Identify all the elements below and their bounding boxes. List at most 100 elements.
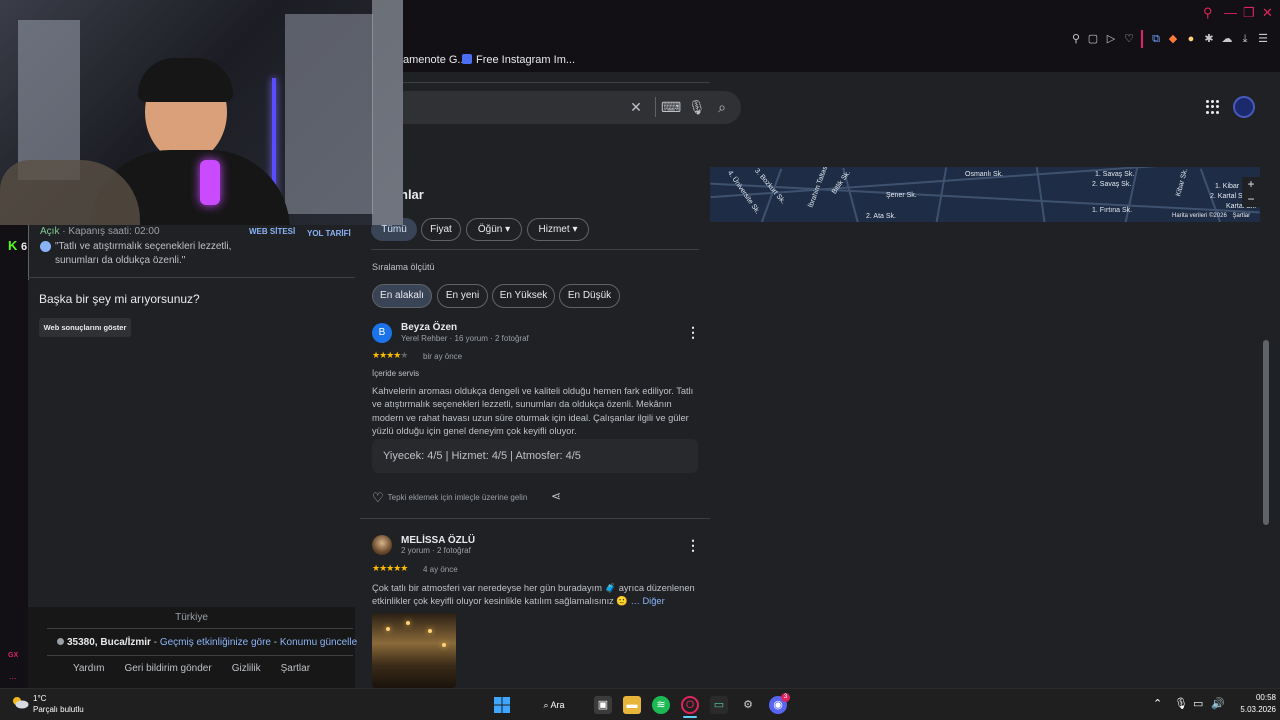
minimize-button[interactable]: —	[1224, 5, 1237, 20]
volume-icon[interactable]: 🔊	[1211, 697, 1225, 710]
right-empty-area	[710, 222, 1280, 688]
heart-icon[interactable]: ♡	[372, 490, 384, 505]
directions-link[interactable]: YOL TARİFİ	[307, 229, 351, 238]
reviewer-name[interactable]: MELİSSA ÖZLÜ	[401, 535, 475, 546]
mic-icon[interactable]: 🎙	[688, 99, 706, 115]
sort-lowest[interactable]: En Düşük	[559, 284, 620, 308]
history-link[interactable]: Geçmiş etkinliğinize göre	[160, 637, 271, 648]
task-view-icon[interactable]: ▣	[594, 696, 612, 714]
account-avatar[interactable]	[1233, 96, 1255, 118]
reviewer-name[interactable]: Beyza Özen	[401, 322, 457, 333]
extension-icon[interactable]: ◆	[1166, 32, 1180, 46]
taskbar-search-button[interactable]: ⌕ Ara	[530, 694, 578, 716]
share-icon[interactable]: ⋖	[551, 489, 561, 503]
map-label: 1. Fırtına Sk.	[1092, 207, 1133, 214]
terminal-icon[interactable]: ▭	[710, 696, 728, 714]
search-icon[interactable]: ⌕	[714, 99, 730, 115]
map-label: 2. Ata Sk.	[866, 213, 896, 220]
file-explorer-icon[interactable]: ▬	[623, 696, 641, 714]
reviewer-avatar[interactable]	[372, 535, 392, 555]
zoom-out-button[interactable]: −	[1242, 192, 1260, 207]
postal-location: 35380, Buca/İzmir	[67, 637, 151, 648]
more-icon[interactable]: ...	[9, 671, 17, 681]
review-text: Kahvelerin aroması oldukça dengeli ve ka…	[372, 386, 694, 437]
start-icon[interactable]	[493, 696, 511, 714]
clock-time[interactable]: 00:58	[1232, 693, 1276, 702]
website-link[interactable]: WEB SİTESİ	[249, 227, 295, 236]
play-icon[interactable]: ▷	[1104, 32, 1118, 46]
wallet-icon[interactable]: ●	[1184, 32, 1198, 46]
pin-icon[interactable]: ⚲	[1069, 32, 1083, 46]
cloud-icon[interactable]: ☁	[1220, 32, 1234, 46]
heart-icon[interactable]: ♡	[1122, 32, 1136, 46]
map-label: Şener Sk.	[886, 192, 917, 199]
screenshot-icon[interactable]: ▢	[1086, 32, 1100, 46]
kick-icon[interactable]: K 6	[8, 238, 27, 253]
terms-link[interactable]: Şartlar	[281, 663, 310, 674]
map-terms-link[interactable]: Şartlar	[1232, 213, 1250, 219]
more-vert-icon[interactable]: ⋮	[686, 324, 700, 341]
chevron-up-icon[interactable]: ⌃	[1153, 697, 1162, 710]
restore-button[interactable]: ❐	[1243, 5, 1255, 21]
bookmark-item[interactable]: amenote G...	[403, 53, 467, 67]
toolbar-divider	[1141, 30, 1143, 48]
sort-newest[interactable]: En yeni	[437, 284, 488, 308]
more-vert-icon[interactable]: ⋮	[686, 537, 700, 554]
sort-relevant[interactable]: En alakalı	[372, 284, 432, 308]
bookmark-item[interactable]: Free Instagram Im...	[462, 53, 575, 67]
weather-temperature[interactable]: 1°C	[33, 694, 46, 703]
review-text: Çok tatlı bir atmosferi var neredeyse he…	[372, 583, 695, 607]
puzzle-icon[interactable]: ✱	[1202, 32, 1216, 46]
webcam-overlay	[0, 0, 403, 225]
update-location-link[interactable]: Konumu güncelle	[280, 637, 357, 648]
opening-hours: Açık · Kapanış saati: 02:00	[40, 226, 160, 237]
map-label: 1. Savaş Sk.	[1095, 171, 1135, 178]
search-divider	[655, 97, 656, 117]
menu-icon[interactable]: ☰	[1256, 32, 1270, 46]
gx-label[interactable]: GX	[8, 652, 18, 659]
map-label: 1. Kibar	[1215, 183, 1240, 190]
zoom-in-button[interactable]: +	[1242, 177, 1260, 192]
map-zoom-control[interactable]: + −	[1242, 177, 1260, 207]
review-time: 4 ay önce	[423, 565, 458, 574]
filter-chip-service[interactable]: Hizmet ▾	[527, 218, 589, 241]
chevron-down-icon: ▾	[572, 224, 578, 235]
sort-highest[interactable]: En Yüksek	[492, 284, 555, 308]
steam-icon[interactable]: ⚙	[739, 696, 757, 714]
closing-time: · Kapanış saati: 02:00	[62, 226, 160, 237]
react-prompt[interactable]: ♡ Tepki eklemek için imleçle üzerine geli…	[372, 490, 527, 506]
close-icon[interactable]: ✕	[628, 99, 644, 115]
partly-cloudy-icon[interactable]	[11, 695, 29, 709]
map-label: Kibar Sk.	[1175, 167, 1190, 198]
keyboard-icon[interactable]: ⌨	[661, 99, 681, 115]
mic-icon[interactable]: 🎙	[1174, 697, 1188, 710]
help-link[interactable]: Yardım	[73, 663, 105, 674]
feedback-link[interactable]: Geri bildirim gönder	[124, 663, 211, 674]
review-snippet: "Tatlı ve atıştırmalık seçenekleri lezze…	[55, 241, 232, 266]
apps-grid-icon[interactable]	[1206, 100, 1220, 114]
display-icon[interactable]: ▭	[1193, 697, 1203, 710]
translate-icon[interactable]: ⧉	[1149, 32, 1163, 46]
opera-gx-icon[interactable]: O	[681, 696, 699, 714]
weather-description[interactable]: Parçalı bulutlu	[33, 705, 84, 714]
privacy-link[interactable]: Gizlilik	[232, 663, 261, 674]
map-credits: Harita verileri ©2026 Şartlar	[1172, 213, 1251, 219]
download-icon[interactable]: ⤓	[1238, 32, 1252, 46]
spotify-icon[interactable]: ≋	[652, 696, 670, 714]
search-icon[interactable]: ⚲	[1203, 5, 1213, 21]
footer-location: 35380, Buca/İzmir - Geçmiş etkinliğinize…	[57, 637, 357, 648]
sub-ratings: Yiyecek: 4/5 | Hizmet: 4/5 | Atmosfer: 4…	[372, 439, 698, 473]
review-photo[interactable]	[372, 613, 456, 688]
map-label: Osmanlı Sk.	[965, 171, 1004, 178]
close-window-button[interactable]: ✕	[1262, 5, 1273, 21]
page-scrollbar[interactable]	[1263, 340, 1269, 525]
star-rating: ★★★★★	[372, 563, 408, 573]
filter-chip-meal[interactable]: Öğün ▾	[466, 218, 522, 241]
clock-date[interactable]: 5.03.2026	[1232, 705, 1276, 714]
web-results-button[interactable]: Web sonuçlarını göster	[39, 318, 131, 337]
filter-chip-price[interactable]: Fiyat	[421, 218, 461, 241]
more-search-heading: Başka bir şey mi arıyorsunuz?	[39, 292, 200, 306]
more-link[interactable]: … Diğer	[631, 596, 665, 606]
reviewer-avatar[interactable]: B	[372, 323, 392, 343]
search-input[interactable]	[380, 91, 741, 124]
